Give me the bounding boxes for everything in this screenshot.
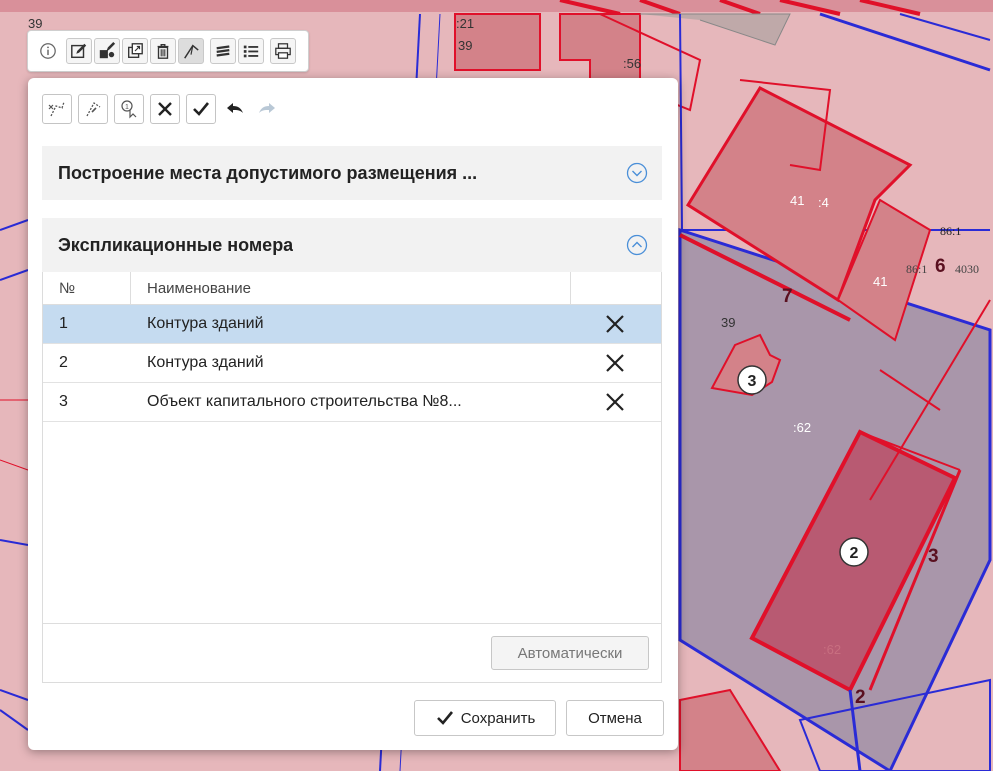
- table-row[interactable]: 1 Контура зданий: [43, 305, 661, 344]
- parcel-label: 39: [721, 315, 735, 330]
- edit-icon: [71, 43, 87, 59]
- table-row[interactable]: 2 Контура зданий: [43, 344, 661, 383]
- edge-label: 2: [855, 687, 866, 708]
- edit-button[interactable]: [66, 38, 92, 64]
- numbered-click-button[interactable]: 1: [114, 94, 144, 124]
- placement-section-header[interactable]: Построение места допустимого размещения …: [42, 146, 662, 200]
- delete-row-icon[interactable]: [604, 352, 626, 374]
- section-title: Экспликационные номера: [58, 234, 294, 255]
- shape-edit-icon: [99, 42, 116, 59]
- draw-line-icon: [86, 102, 101, 117]
- cadastral-number: 86:1: [940, 224, 961, 238]
- row-name: Объект капитального строительства №8...: [147, 393, 462, 410]
- close-icon: [158, 102, 172, 116]
- row-number: 3: [59, 393, 68, 410]
- apply-edit-button[interactable]: [186, 94, 216, 124]
- info-icon: [40, 43, 56, 59]
- shape-edit-button[interactable]: [94, 38, 120, 64]
- parcel-label: 41: [873, 274, 887, 289]
- main-toolbar: [27, 30, 309, 72]
- save-button-label: Сохранить: [460, 709, 536, 727]
- column-header-number[interactable]: №: [43, 272, 131, 304]
- row-number: 1: [59, 315, 68, 332]
- parcel-label: 39: [28, 16, 42, 31]
- measure-icon: [184, 44, 199, 59]
- trash-icon: [157, 44, 169, 59]
- draw-line-button[interactable]: [78, 94, 108, 124]
- edge-label: 3: [928, 546, 939, 567]
- svg-text:1: 1: [125, 104, 129, 111]
- delete-row-icon[interactable]: [604, 391, 626, 413]
- explication-section-header[interactable]: Экспликационные номера: [42, 218, 662, 272]
- layers-icon: [216, 45, 230, 57]
- cadastral-number: 86:1: [906, 262, 927, 276]
- edge-label: 7: [782, 286, 793, 307]
- column-header-name[interactable]: Наименование: [131, 272, 571, 304]
- measure-button[interactable]: [178, 38, 204, 64]
- placement-section: Построение места допустимого размещения …: [42, 146, 662, 200]
- section-title: Построение места допустимого размещения …: [58, 162, 478, 183]
- check-icon: [436, 711, 453, 725]
- redo-button[interactable]: [254, 94, 280, 124]
- redo-icon: [259, 103, 275, 113]
- edge-label: 6: [935, 256, 946, 277]
- column-header-actions: [571, 272, 659, 304]
- undo-icon: [227, 103, 243, 113]
- delete-row-icon[interactable]: [604, 313, 626, 335]
- list-button[interactable]: [238, 38, 264, 64]
- parcel-label: 39: [458, 38, 472, 53]
- explication-table: № Наименование 1 Контура зданий 2 Контур…: [42, 272, 662, 683]
- info-button[interactable]: [34, 38, 62, 64]
- draw-vertex-button[interactable]: [42, 94, 72, 124]
- cancel-button[interactable]: Отмена: [566, 700, 664, 736]
- save-button[interactable]: Сохранить: [414, 700, 556, 736]
- row-name: Контура зданий: [147, 315, 264, 332]
- table-footer: Автоматически: [43, 623, 661, 682]
- explication-marker[interactable]: 2: [839, 537, 869, 567]
- cadastral-number: 4030: [955, 262, 979, 276]
- cancel-edit-button[interactable]: [150, 94, 180, 124]
- draw-vertex-icon: [48, 101, 65, 117]
- table-row[interactable]: 3 Объект капитального строительства №8..…: [43, 383, 661, 422]
- explication-section: Экспликационные номера № Наименование 1 …: [42, 218, 662, 683]
- table-header: № Наименование: [43, 272, 661, 305]
- row-name: Контура зданий: [147, 354, 264, 371]
- parcel-label: 41: [790, 193, 804, 208]
- row-number: 2: [59, 354, 68, 371]
- auto-number-button[interactable]: Автоматически: [491, 636, 649, 670]
- window-button[interactable]: [122, 38, 148, 64]
- parcel-label: :56: [623, 56, 641, 71]
- parcel-label: :21: [456, 16, 474, 31]
- undo-button[interactable]: [222, 94, 248, 124]
- explication-panel: 1 Построение места допустимого размещени…: [28, 78, 678, 750]
- check-icon: [193, 102, 210, 116]
- print-icon: [275, 43, 291, 59]
- layers-button[interactable]: [210, 38, 236, 64]
- edit-toolbar: 1: [42, 94, 280, 124]
- print-button[interactable]: [270, 38, 296, 64]
- explication-marker[interactable]: 3: [737, 365, 767, 395]
- parcel-label: :4: [818, 195, 829, 210]
- chevron-up-icon[interactable]: [626, 234, 648, 256]
- numbered-click-icon: 1: [121, 100, 137, 119]
- list-icon: [243, 45, 259, 58]
- svg-text:3: 3: [748, 373, 757, 390]
- svg-text:2: 2: [850, 545, 859, 562]
- parcel-label: :62: [823, 642, 841, 657]
- window-icon: [128, 43, 143, 58]
- delete-button[interactable]: [150, 38, 176, 64]
- chevron-down-icon[interactable]: [626, 162, 648, 184]
- parcel-label: :62: [793, 420, 811, 435]
